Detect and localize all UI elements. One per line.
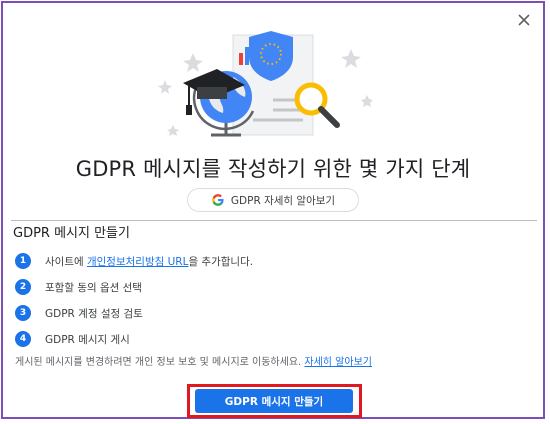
privacy-policy-link[interactable]: 개인정보처리방침 URL (87, 256, 188, 268)
step-number: 4 (15, 331, 31, 347)
step-text: 사이트에 개인정보처리방침 URL을 추가합니다. (45, 255, 254, 268)
step-text: GDPR 메시지 게시 (45, 333, 130, 346)
section-divider (11, 220, 537, 221)
step-number: 2 (15, 279, 31, 295)
dialog: GDPR 메시지를 작성하기 위한 몇 가지 단계 GDPR 자세히 알아보기 … (1, 1, 545, 419)
close-icon[interactable] (515, 11, 533, 29)
step-3: 3 GDPR 계정 설정 검토 (15, 300, 253, 326)
step-2: 2 포함할 동의 옵션 선택 (15, 274, 253, 300)
step-1: 1 사이트에 개인정보처리방침 URL을 추가합니다. (15, 248, 253, 274)
dialog-title: GDPR 메시지를 작성하기 위한 몇 가지 단계 (75, 157, 471, 181)
step-number: 3 (15, 305, 31, 321)
step-number: 1 (15, 253, 31, 269)
google-g-icon (212, 194, 224, 206)
learn-more-chip[interactable]: GDPR 자세히 알아보기 (187, 188, 359, 212)
gdpr-illustration (158, 31, 373, 137)
learn-more-link[interactable]: 자세히 알아보기 (304, 357, 372, 368)
create-gdpr-message-button[interactable]: GDPR 메시지 만들기 (195, 389, 353, 413)
step-text: GDPR 계정 설정 검토 (45, 307, 143, 320)
learn-more-chip-label: GDPR 자세히 알아보기 (230, 194, 336, 207)
step-4: 4 GDPR 메시지 게시 (15, 326, 253, 352)
step-text: 포함할 동의 옵션 선택 (45, 281, 142, 294)
steps-list: 1 사이트에 개인정보처리방침 URL을 추가합니다. 2 포함할 동의 옵션 … (15, 248, 253, 352)
note-text: 게시된 메시지를 변경하려면 개인 정보 보호 및 메시지로 이동하세요. 자세… (15, 357, 372, 368)
section-title: GDPR 메시지 만들기 (13, 226, 130, 241)
